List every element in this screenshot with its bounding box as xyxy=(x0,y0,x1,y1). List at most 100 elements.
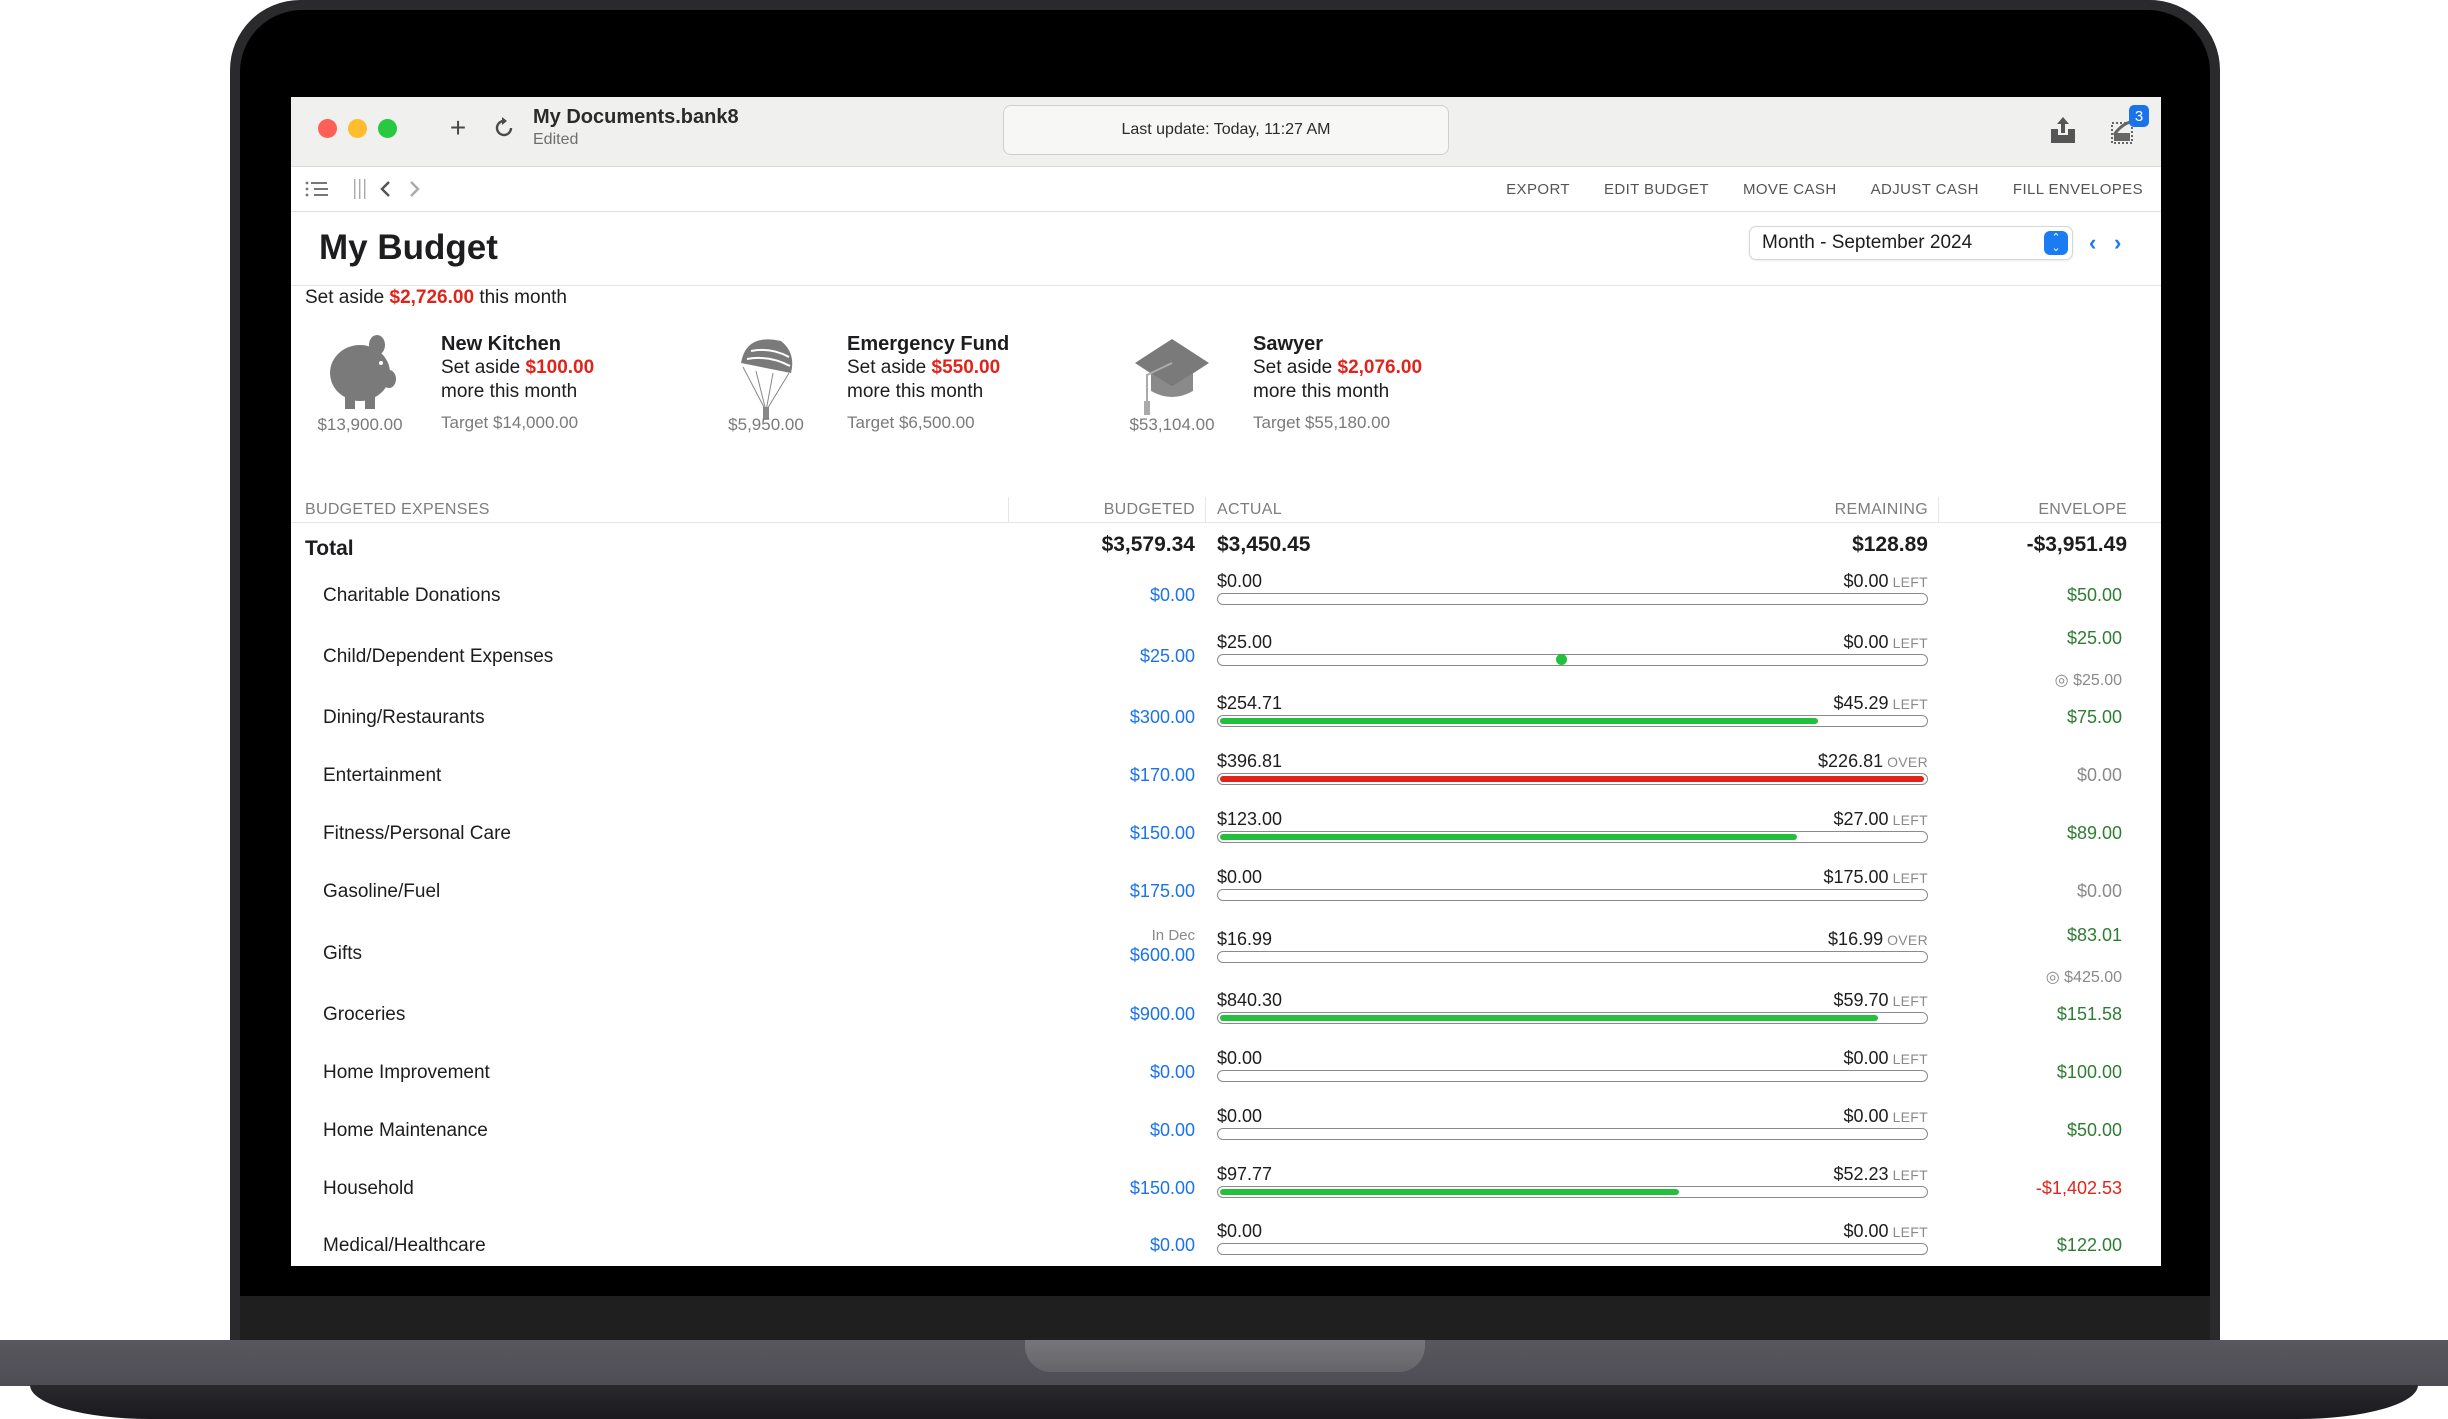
edit-budget-button[interactable]: EDIT BUDGET xyxy=(1604,181,1709,198)
refresh-icon[interactable] xyxy=(487,111,521,145)
remaining-value: $27.00 xyxy=(1833,809,1889,829)
table-row[interactable]: Household $150.00 $97.77 $52.23 LEFT -$1,402.… xyxy=(291,1164,2161,1216)
progress-marker xyxy=(1556,654,1567,665)
back-icon[interactable] xyxy=(379,175,391,203)
goal-card[interactable]: $5,950.00 Emergency Fund Set aside $550.… xyxy=(711,333,1111,448)
actual-amount: $0.00 xyxy=(1217,1048,1263,1068)
goal-set-aside: Set aside $550.00 xyxy=(847,357,1000,379)
budgeted-amount[interactable]: $175.00 xyxy=(1130,881,1195,902)
total-actual: $3,450.45 xyxy=(1217,533,1311,556)
remaining-value: $0.00 xyxy=(1843,1048,1889,1068)
remaining-status: LEFT xyxy=(1892,993,1928,1009)
total-envelope: -$3,951.49 xyxy=(2026,533,2127,556)
progress-bar-fill xyxy=(1220,718,1818,724)
actual-amount: $0.00 xyxy=(1217,867,1263,887)
goal-set-aside-prefix: Set aside xyxy=(1253,357,1333,378)
goal-set-aside-amount: $550.00 xyxy=(931,357,1001,378)
envelope-amount[interactable]: $89.00 xyxy=(2067,823,2122,844)
budgeted-amount[interactable]: $0.00 xyxy=(1150,1120,1195,1141)
remaining-value: $0.00 xyxy=(1843,571,1889,591)
column-divider[interactable] xyxy=(1205,497,1206,523)
sidebar-list-icon[interactable] xyxy=(305,175,329,203)
period-select[interactable]: Month - September 2024 ⌃ ⌄ xyxy=(1749,226,2073,260)
progress-bar xyxy=(1217,1128,1928,1140)
remaining-amount: $175.00 LEFT xyxy=(1823,867,1928,888)
adjust-cash-button[interactable]: ADJUST CASH xyxy=(1871,181,1979,198)
previous-period-button[interactable]: ‹ xyxy=(2089,230,2096,256)
zoom-window-button[interactable] xyxy=(378,119,397,138)
export-button[interactable]: EXPORT xyxy=(1506,181,1570,198)
actual-amount: $840.30 xyxy=(1217,990,1283,1010)
header-actual[interactable]: ACTUAL xyxy=(1217,501,1282,519)
envelope-amount[interactable]: $25.00 xyxy=(2067,628,2122,649)
header-remaining[interactable]: REMAINING xyxy=(1835,501,1928,519)
remaining-amount: $0.00 LEFT xyxy=(1844,1106,1928,1127)
budgeted-amount[interactable]: $25.00 xyxy=(1140,646,1195,667)
goal-card[interactable]: $13,900.00 New Kitchen Set aside $100.00… xyxy=(305,333,705,448)
category-name: Child/Dependent Expenses xyxy=(323,646,554,667)
table-row[interactable]: Fitness/Personal Care $150.00 $123.00 $27.0… xyxy=(291,809,2161,861)
column-divider[interactable] xyxy=(1938,497,1939,523)
header-budgeted-expenses[interactable]: BUDGETED EXPENSES xyxy=(305,501,490,519)
envelope-amount[interactable]: $0.00 xyxy=(2077,881,2122,902)
add-icon[interactable]: + xyxy=(441,111,475,145)
envelope-amount[interactable]: $50.00 xyxy=(2067,585,2122,606)
remaining-amount: $59.70 LEFT xyxy=(1834,990,1929,1011)
envelope-amount[interactable]: $122.00 xyxy=(2057,1235,2122,1256)
goal-set-aside: Set aside $100.00 xyxy=(441,357,594,379)
goal-target: Target $6,500.00 xyxy=(847,413,975,432)
budgeted-amount[interactable]: $0.00 xyxy=(1150,1062,1195,1083)
set-aside-summary: Set aside $2,726.00 this month xyxy=(305,287,567,309)
column-divider-icon[interactable] xyxy=(353,175,367,203)
budgeted-amount[interactable]: $150.00 xyxy=(1130,823,1195,844)
budgeted-amount[interactable]: $600.00 xyxy=(1130,945,1195,966)
table-row[interactable]: Dining/Restaurants $300.00 $254.71 $45.29 LE… xyxy=(291,693,2161,745)
next-period-button[interactable]: › xyxy=(2114,230,2121,256)
envelope-amount[interactable]: $151.58 xyxy=(2057,1004,2122,1025)
budgeted-amount[interactable]: $900.00 xyxy=(1130,1004,1195,1025)
fill-envelopes-button[interactable]: FILL ENVELOPES xyxy=(2013,181,2143,198)
remaining-status: LEFT xyxy=(1892,696,1928,712)
minimize-window-button[interactable] xyxy=(348,119,367,138)
category-name: Medical/Healthcare xyxy=(323,1235,486,1256)
table-row[interactable]: Child/Dependent Expenses $25.00 $25.00 $0.0… xyxy=(291,628,2161,689)
share-icon[interactable] xyxy=(2046,113,2080,147)
table-row[interactable]: Charitable Donations $0.00 $0.00 $0.00 LEFT $… xyxy=(291,571,2161,623)
remaining-value: $0.00 xyxy=(1843,1106,1889,1126)
table-row[interactable]: Gifts In Dec $600.00 $16.99 $16.99 OVER $83.01… xyxy=(291,925,2161,986)
goal-target: Target $55,180.00 xyxy=(1253,413,1391,432)
envelope-amount[interactable]: -$1,402.53 xyxy=(2036,1178,2122,1199)
forward-icon[interactable] xyxy=(409,175,421,203)
move-cash-button[interactable]: MOVE CASH xyxy=(1743,181,1837,198)
goal-card[interactable]: $53,104.00 Sawyer Set aside $2,076.00 mo… xyxy=(1117,333,1517,448)
budgeted-amount[interactable]: $0.00 xyxy=(1150,585,1195,606)
envelope-goal: ◎ $425.00 xyxy=(2045,969,2122,986)
budgeted-amount[interactable]: $0.00 xyxy=(1150,1235,1195,1256)
goal-more: more this month xyxy=(1253,381,1390,402)
envelope-amount[interactable]: $100.00 xyxy=(2057,1062,2122,1083)
envelope-amount[interactable]: $50.00 xyxy=(2067,1120,2122,1141)
envelope-amount[interactable]: $83.01 xyxy=(2067,925,2122,946)
remaining-amount: $27.00 LEFT xyxy=(1834,809,1929,830)
table-row[interactable]: Home Maintenance $0.00 $0.00 $0.00 LEFT $50.0… xyxy=(291,1106,2161,1158)
goal-set-aside: Set aside $2,076.00 xyxy=(1253,357,1422,379)
header-budgeted[interactable]: BUDGETED xyxy=(1104,501,1195,519)
budgeted-amount[interactable]: $300.00 xyxy=(1130,707,1195,728)
goal-name: Emergency Fund xyxy=(847,333,1010,355)
budgeted-amount[interactable]: $170.00 xyxy=(1130,765,1195,786)
envelope-amount[interactable]: $0.00 xyxy=(2077,765,2122,786)
column-divider[interactable] xyxy=(1008,497,1009,523)
remaining-value: $0.00 xyxy=(1843,632,1889,652)
table-row[interactable]: Gasoline/Fuel $175.00 $0.00 $175.00 LEFT $0.0… xyxy=(291,867,2161,919)
remaining-status: OVER xyxy=(1887,754,1928,770)
close-window-button[interactable] xyxy=(318,119,337,138)
table-row[interactable]: Medical/Healthcare $0.00 $0.00 $0.00 LEFT $12… xyxy=(291,1221,2161,1266)
table-row[interactable]: Entertainment $170.00 $396.81 $226.81 OVER $0… xyxy=(291,751,2161,803)
header-envelope[interactable]: ENVELOPE xyxy=(2038,501,2127,519)
table-row[interactable]: Home Improvement $0.00 $0.00 $0.00 LEFT $100.… xyxy=(291,1048,2161,1100)
document-title: My Documents.bank8 xyxy=(533,106,739,128)
envelope-amount[interactable]: $75.00 xyxy=(2067,707,2122,728)
goal-balance: $5,950.00 xyxy=(728,415,804,434)
budgeted-amount[interactable]: $150.00 xyxy=(1130,1178,1195,1199)
table-row[interactable]: Groceries $900.00 $840.30 $59.70 LEFT $151.58 xyxy=(291,990,2161,1042)
